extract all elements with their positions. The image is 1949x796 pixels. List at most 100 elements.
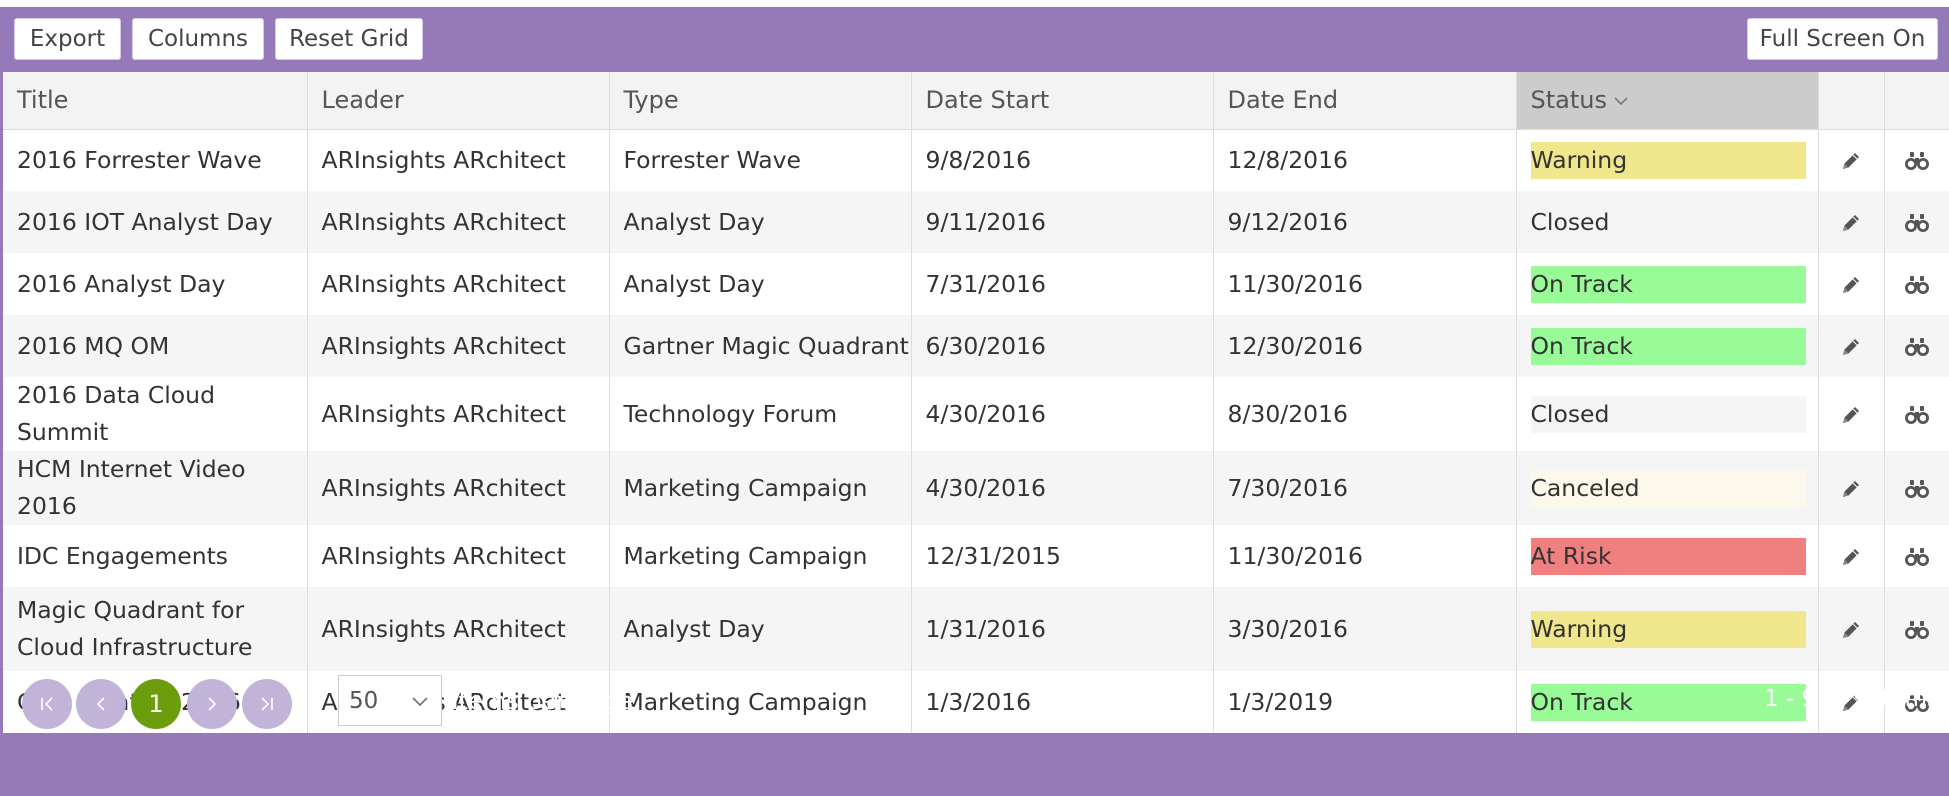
binoculars-icon [1904,406,1929,424]
cell-date-end: 7/30/2016 [1213,451,1517,525]
cell-type: Analyst Day [609,253,912,315]
edit-button[interactable] [1818,191,1885,253]
table-row[interactable]: 2016 Forrester Wave ARInsights ARchitect F… [3,129,1949,191]
grid-toolbar: Export Columns Reset Grid Full Screen On [0,7,1949,72]
previous-page-icon [96,697,105,711]
status-badge: Warning [1530,141,1806,179]
cell-status: On Track [1516,253,1819,315]
binoculars-icon [1904,621,1929,639]
cell-date-end: 11/30/2016 [1213,253,1517,315]
cell-leader: ARInsights ARchitect [307,451,610,525]
cell-type: Gartner Magic Quadrant [609,315,912,377]
cell-title: 2016 IOT Analyst Day [3,191,308,253]
cell-date-end: 8/30/2016 [1213,377,1517,451]
columns-button[interactable]: Columns [132,18,264,60]
status-badge: On Track [1530,327,1806,365]
pager-info: 1 - 9 of 9 items [1764,686,1939,712]
status-badge: Closed [1530,207,1610,236]
cell-leader: ARInsights ARchitect [307,377,610,451]
view-button[interactable] [1884,377,1949,451]
cell-type: Analyst Day [609,191,912,253]
binoculars-icon [1904,480,1929,498]
table-row[interactable]: IDC Engagements ARInsights ARchitect Marke… [3,525,1949,587]
next-page-button[interactable] [187,679,237,729]
pencil-icon [1843,622,1859,638]
cell-date-start: 9/11/2016 [911,191,1214,253]
column-header-date-end[interactable]: Date End [1213,72,1517,130]
status-badge: Closed [1530,395,1806,433]
view-button[interactable] [1884,525,1949,587]
cell-leader: ARInsights ARchitect [307,191,610,253]
project-grid: Export Columns Reset Grid Full Screen On… [0,7,1949,796]
cell-date-end: 12/30/2016 [1213,315,1517,377]
export-button[interactable]: Export [14,18,121,60]
cell-type: Forrester Wave [609,129,912,191]
binoculars-icon [1904,548,1929,566]
edit-button[interactable] [1818,253,1885,315]
view-button[interactable] [1884,191,1949,253]
column-header-type[interactable]: Type [609,72,912,130]
pencil-icon [1843,549,1859,565]
edit-button[interactable] [1818,129,1885,191]
column-header-status[interactable]: Status [1516,72,1819,130]
page-1-button[interactable]: 1 [131,679,181,729]
column-header-edit [1818,72,1885,130]
column-header-view [1884,72,1949,130]
cell-title: 2016 Forrester Wave [3,129,308,191]
status-badge: Canceled [1530,469,1806,507]
data-table: Title Leader Type Date Start Date End St… [3,72,1949,733]
cell-leader: ARInsights ARchitect [307,525,610,587]
cell-title: HCM Internet Video 2016 [3,451,308,525]
page-size-select[interactable]: 50 [338,675,442,726]
view-button[interactable] [1884,315,1949,377]
cell-title: 2016 Data Cloud Summit [3,377,308,451]
cell-date-start: 9/8/2016 [911,129,1214,191]
header-row: Title Leader Type Date Start Date End St… [3,72,1949,130]
cell-leader: ARInsights ARchitect [307,315,610,377]
pencil-icon [1843,277,1859,293]
page-size-value: 50 [349,687,379,714]
column-header-date-start[interactable]: Date Start [911,72,1214,130]
full-screen-button[interactable]: Full Screen On [1747,18,1938,60]
cell-title: IDC Engagements [3,525,308,587]
cell-leader: ARInsights ARchitect [307,129,610,191]
table-row[interactable]: 2016 Analyst Day ARInsights ARchitect Anal… [3,253,1949,315]
table-row[interactable]: HCM Internet Video 2016 ARInsights ARchit… [3,451,1949,525]
reset-grid-button[interactable]: Reset Grid [275,18,423,60]
previous-page-button[interactable] [76,679,126,729]
cell-leader: ARInsights ARchitect [307,253,610,315]
last-page-icon [261,697,273,711]
cell-date-end: 11/30/2016 [1213,525,1517,587]
cell-date-start: 4/30/2016 [911,377,1214,451]
column-header-leader[interactable]: Leader [307,72,610,130]
cell-title: 2016 MQ OM [3,315,308,377]
table-row[interactable]: 2016 IOT Analyst Day ARInsights ARchitect… [3,191,1949,253]
edit-button[interactable] [1818,315,1885,377]
status-badge: At Risk [1530,537,1806,575]
cell-date-start: 4/30/2016 [911,451,1214,525]
cell-status: On Track [1516,315,1819,377]
grid-pager: 1 50 items per page 1 - 9 of 9 items [0,654,1949,796]
cell-date-start: 12/31/2015 [911,525,1214,587]
view-button[interactable] [1884,129,1949,191]
first-page-button[interactable] [22,679,72,729]
binoculars-icon [1904,276,1929,294]
cell-date-end: 9/12/2016 [1213,191,1517,253]
cell-type: Technology Forum [609,377,912,451]
pencil-icon [1843,481,1859,497]
chevron-down-icon [1614,97,1628,106]
column-header-title[interactable]: Title [3,72,308,130]
table-row[interactable]: 2016 Data Cloud Summit ARInsights ARchite… [3,377,1949,451]
view-button[interactable] [1884,451,1949,525]
cell-status: Closed [1516,191,1819,253]
last-page-button[interactable] [242,679,292,729]
items-per-page-label: items per page [452,687,634,715]
cell-status: Canceled [1516,451,1819,525]
edit-button[interactable] [1818,451,1885,525]
edit-button[interactable] [1818,377,1885,451]
edit-button[interactable] [1818,525,1885,587]
cell-date-start: 6/30/2016 [911,315,1214,377]
table-row[interactable]: 2016 MQ OM ARInsights ARchitect Gartner Ma… [3,315,1949,377]
next-page-icon [208,697,217,711]
view-button[interactable] [1884,253,1949,315]
